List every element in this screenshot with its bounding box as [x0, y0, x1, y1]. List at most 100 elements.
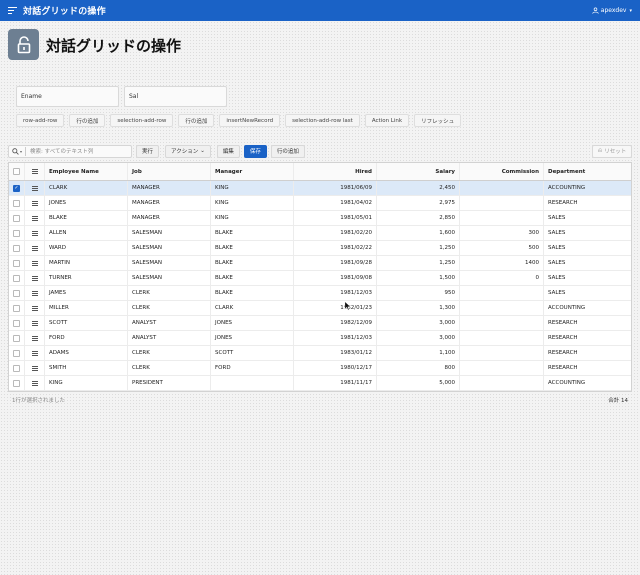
- column-header-department[interactable]: Department: [544, 163, 631, 180]
- table-row[interactable]: SCOTT ANALYST JONES 1982/12/09 3,000 RESEARCH: [9, 316, 631, 331]
- commission-cell[interactable]: 500: [460, 241, 544, 255]
- row-checkbox[interactable]: [13, 349, 20, 357]
- save-button[interactable]: 保存: [243, 144, 267, 158]
- row-select-cell[interactable]: [9, 196, 25, 210]
- add-row-button-1[interactable]: 行の追加: [69, 114, 106, 127]
- manager-cell[interactable]: CLARK: [211, 301, 294, 315]
- commission-cell[interactable]: 300: [460, 226, 544, 240]
- row-add-row-button[interactable]: row-add-row: [16, 114, 65, 127]
- table-row[interactable]: ✓ CLARK MANAGER KING 1981/06/09 2,450 ACCOUNTI…: [9, 181, 631, 196]
- department-cell[interactable]: RESEARCH: [544, 331, 631, 345]
- employee-name-cell[interactable]: JAMES: [45, 286, 128, 300]
- row-checkbox[interactable]: [13, 199, 20, 207]
- row-checkbox[interactable]: ✓: [13, 184, 20, 192]
- employee-name-cell[interactable]: BLAKE: [45, 211, 128, 225]
- table-row[interactable]: BLAKE MANAGER KING 1981/05/01 2,850 SALES: [9, 211, 631, 226]
- department-cell[interactable]: ACCOUNTING: [544, 301, 631, 315]
- reset-button[interactable]: ⎌ リセット: [592, 144, 632, 158]
- search-icon[interactable]: [12, 147, 19, 155]
- row-checkbox[interactable]: [13, 334, 20, 342]
- employee-name-cell[interactable]: ALLEN: [45, 226, 128, 240]
- row-actions-menu-icon[interactable]: [31, 245, 38, 251]
- commission-cell[interactable]: 0: [460, 271, 544, 285]
- hired-cell[interactable]: 1981/12/03: [294, 331, 377, 345]
- employee-name-cell[interactable]: KING: [45, 376, 128, 390]
- table-row[interactable]: MARTIN SALESMAN BLAKE 1981/09/28 1,250 1400 SA…: [9, 256, 631, 271]
- department-cell[interactable]: RESEARCH: [544, 346, 631, 360]
- action-link-button[interactable]: Action Link: [364, 114, 410, 127]
- selection-add-row-button[interactable]: selection-add-row: [110, 114, 174, 127]
- row-checkbox[interactable]: [13, 304, 20, 312]
- salary-cell[interactable]: 800: [377, 361, 460, 375]
- hamburger-menu-icon[interactable]: [8, 7, 17, 14]
- row-actions-menu-icon[interactable]: [31, 290, 38, 296]
- employee-name-cell[interactable]: WARD: [45, 241, 128, 255]
- sal-field[interactable]: Sal: [124, 86, 227, 107]
- salary-cell[interactable]: 3,000: [377, 331, 460, 345]
- row-actions-cell[interactable]: [25, 316, 45, 330]
- row-actions-menu-icon[interactable]: [31, 185, 38, 191]
- commission-cell[interactable]: [460, 361, 544, 375]
- select-all-checkbox[interactable]: [13, 168, 20, 175]
- salary-cell[interactable]: 1,300: [377, 301, 460, 315]
- row-actions-cell[interactable]: [25, 256, 45, 270]
- salary-cell[interactable]: 2,850: [377, 211, 460, 225]
- row-select-cell[interactable]: [9, 241, 25, 255]
- row-actions-menu-icon[interactable]: [31, 350, 38, 356]
- manager-cell[interactable]: KING: [211, 181, 294, 195]
- row-actions-cell[interactable]: [25, 196, 45, 210]
- table-row[interactable]: ALLEN SALESMAN BLAKE 1981/02/20 1,600 300 SALE…: [9, 226, 631, 241]
- row-actions-menu-icon[interactable]: [31, 200, 38, 206]
- manager-cell[interactable]: BLAKE: [211, 286, 294, 300]
- table-row[interactable]: KING PRESIDENT 1981/11/17 5,000 ACCOUNTING: [9, 376, 631, 391]
- row-select-cell[interactable]: [9, 301, 25, 315]
- commission-cell[interactable]: [460, 376, 544, 390]
- job-cell[interactable]: ANALYST: [128, 331, 211, 345]
- row-checkbox[interactable]: [13, 214, 20, 222]
- salary-cell[interactable]: 1,250: [377, 256, 460, 270]
- job-cell[interactable]: PRESIDENT: [128, 376, 211, 390]
- row-select-cell[interactable]: ✓: [9, 181, 25, 195]
- go-button[interactable]: 実行: [136, 144, 160, 158]
- refresh-button[interactable]: リフレッシュ: [414, 114, 462, 127]
- table-row[interactable]: JAMES CLERK BLAKE 1981/12/03 950 SALES: [9, 286, 631, 301]
- employee-name-cell[interactable]: FORD: [45, 331, 128, 345]
- employee-name-cell[interactable]: ADAMS: [45, 346, 128, 360]
- salary-cell[interactable]: 3,000: [377, 316, 460, 330]
- table-row[interactable]: MILLER CLERK CLARK 1982/01/23 1,300 ACCOUNTIN…: [9, 301, 631, 316]
- salary-cell[interactable]: 950: [377, 286, 460, 300]
- department-cell[interactable]: RESEARCH: [544, 361, 631, 375]
- row-select-cell[interactable]: [9, 211, 25, 225]
- department-cell[interactable]: SALES: [544, 211, 631, 225]
- column-header-employee-name[interactable]: Employee Name: [45, 163, 128, 180]
- row-actions-cell[interactable]: [25, 346, 45, 360]
- row-actions-cell[interactable]: [25, 331, 45, 345]
- salary-cell[interactable]: 1,500: [377, 271, 460, 285]
- department-cell[interactable]: RESEARCH: [544, 196, 631, 210]
- employee-name-cell[interactable]: MILLER: [45, 301, 128, 315]
- row-checkbox[interactable]: [13, 364, 20, 372]
- row-actions-cell[interactable]: [25, 241, 45, 255]
- row-checkbox[interactable]: [13, 244, 20, 252]
- row-select-cell[interactable]: [9, 256, 25, 270]
- manager-cell[interactable]: BLAKE: [211, 226, 294, 240]
- hired-cell[interactable]: 1981/09/28: [294, 256, 377, 270]
- commission-cell[interactable]: [460, 346, 544, 360]
- row-select-cell[interactable]: [9, 346, 25, 360]
- row-select-cell[interactable]: [9, 271, 25, 285]
- column-header-hired[interactable]: Hired: [294, 163, 377, 180]
- table-row[interactable]: TURNER SALESMAN BLAKE 1981/09/08 1,500 0 SALES: [9, 271, 631, 286]
- search-input[interactable]: ▾ 検索: すべてのテキスト列: [8, 144, 132, 158]
- manager-cell[interactable]: BLAKE: [211, 256, 294, 270]
- column-header-job[interactable]: Job: [128, 163, 211, 180]
- department-cell[interactable]: SALES: [544, 271, 631, 285]
- salary-cell[interactable]: 1,100: [377, 346, 460, 360]
- add-row-button[interactable]: 行の追加: [270, 144, 305, 158]
- manager-cell[interactable]: FORD: [211, 361, 294, 375]
- table-row[interactable]: FORD ANALYST JONES 1981/12/03 3,000 RESEARCH: [9, 331, 631, 346]
- manager-cell[interactable]: [211, 376, 294, 390]
- manager-cell[interactable]: KING: [211, 196, 294, 210]
- row-checkbox[interactable]: [13, 319, 20, 327]
- job-cell[interactable]: CLERK: [128, 346, 211, 360]
- salary-cell[interactable]: 1,250: [377, 241, 460, 255]
